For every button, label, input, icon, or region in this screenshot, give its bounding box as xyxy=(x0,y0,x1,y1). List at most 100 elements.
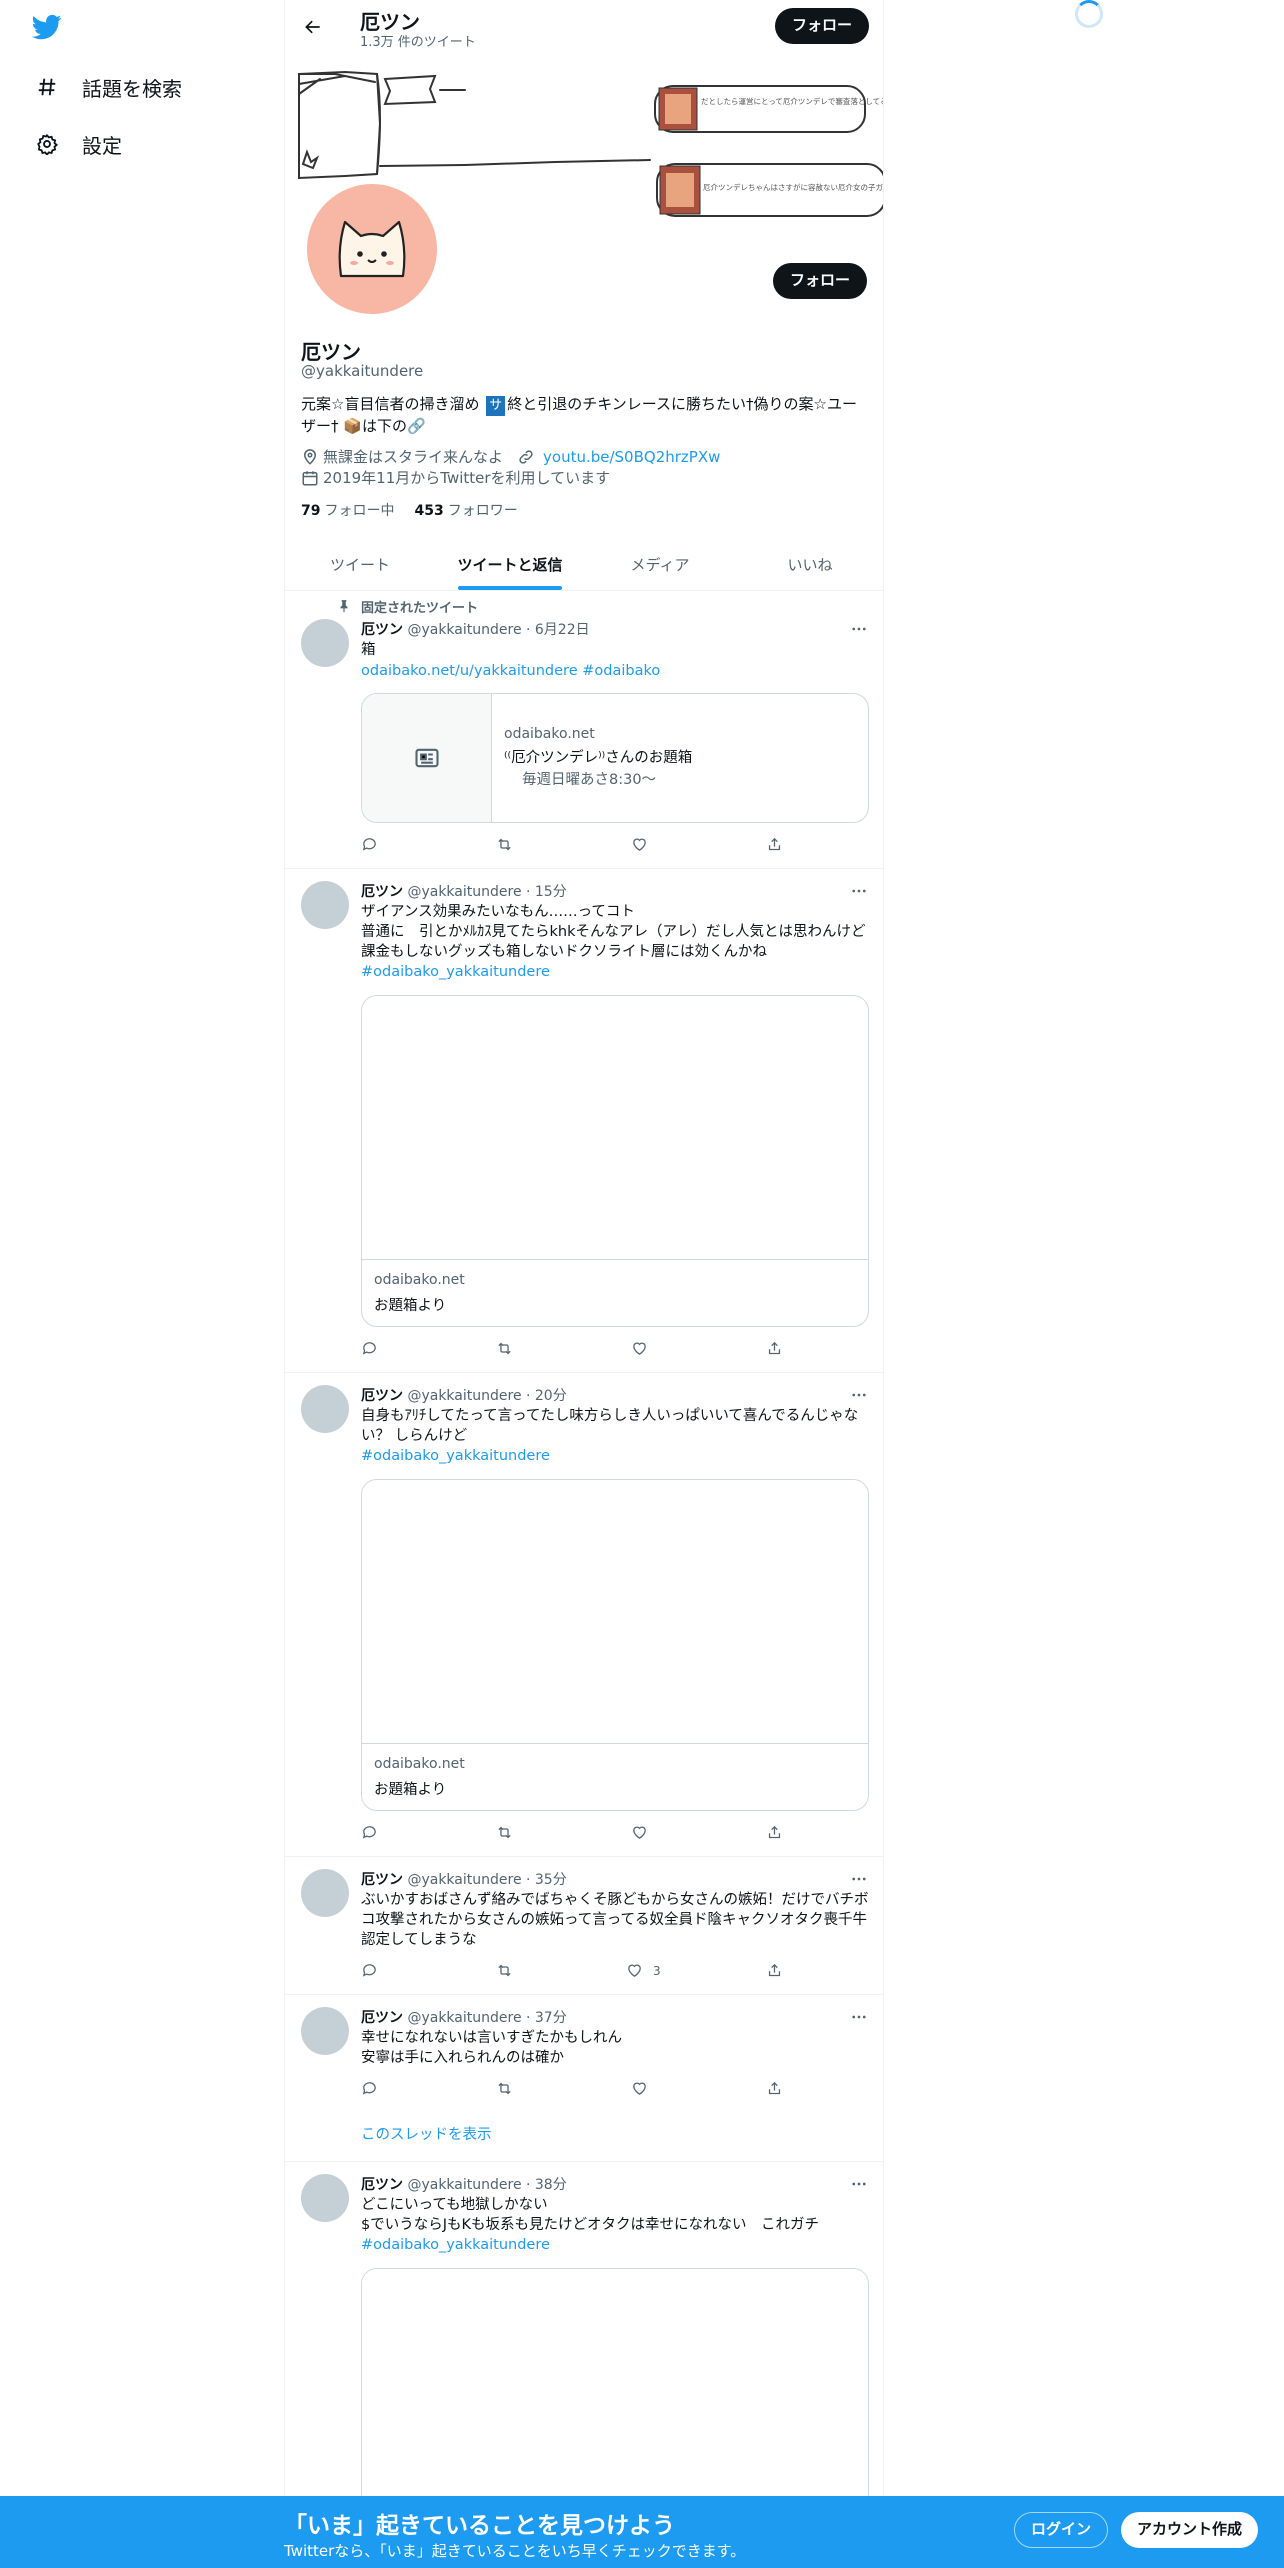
tweet-item[interactable]: 固定されたツイート 厄ツン @yakkaitundere · 6月22日 箱 o… xyxy=(285,591,883,869)
like-icon[interactable] xyxy=(631,836,648,853)
tweet-item[interactable]: 厄ツン @yakkaitundere · 37分 幸せになれないは言いすぎたかも… xyxy=(285,1995,883,2162)
profile-header: 厄ツン 1.3万 件のツイート フォロー xyxy=(285,0,883,54)
more-options-icon[interactable] xyxy=(849,2007,869,2027)
retweet-icon[interactable] xyxy=(496,1340,513,1357)
tweet-text: 箱 xyxy=(361,642,376,658)
more-options-icon[interactable] xyxy=(849,619,869,639)
header-follow-button[interactable]: フォロー xyxy=(774,8,869,44)
tweet-item[interactable]: 厄ツン @yakkaitundere · 35分 ぶいかすおばさんず絡みでばちゃ… xyxy=(285,1857,883,1995)
reply-icon[interactable] xyxy=(361,2080,378,2097)
card-title: ⁽⁽厄介ツンデレ⁾⁾さんのお題箱 xyxy=(504,750,693,766)
back-arrow-icon[interactable] xyxy=(295,9,331,45)
tab-media[interactable]: メディア xyxy=(585,538,735,590)
link-card[interactable]: odaibako.net ⁽⁽厄介ツンデレ⁾⁾さんのお題箱 毎週日曜あさ8:30… xyxy=(361,693,869,823)
banner-note-2: 厄介ツンデレちゃんはさすがに容赦ない厄介女の子ガチ仕様ですね xyxy=(703,182,884,192)
nav-item-settings[interactable]: 設定 xyxy=(34,124,122,164)
link-icon xyxy=(517,448,535,466)
link-card[interactable]: odaibako.net お題箱より xyxy=(361,1479,869,1811)
tweet-item[interactable]: 厄ツン @yakkaitundere · 15分 ザイアンス効果みたいなもん……… xyxy=(285,869,883,1373)
like-button[interactable]: 3 xyxy=(626,1962,661,1979)
nav-item-label: 設定 xyxy=(82,133,122,158)
card-title: お題箱より xyxy=(374,1298,447,1314)
show-thread-link[interactable]: このスレッドを表示 xyxy=(361,2125,869,2145)
follow-stats: 79 フォロー中 453 フォロワー xyxy=(301,500,518,520)
share-icon[interactable] xyxy=(766,836,783,853)
tab-tweets[interactable]: ツイート xyxy=(285,538,435,590)
tab-tweets-and-replies[interactable]: ツイートと返信 xyxy=(435,538,585,590)
tweet-meta[interactable]: @yakkaitundere · 37分 xyxy=(407,2010,566,2026)
retweet-icon[interactable] xyxy=(496,2080,513,2097)
create-account-button[interactable]: アカウント作成 xyxy=(1121,2512,1259,2548)
followers-link[interactable]: 453 フォロワー xyxy=(414,500,517,520)
tweet-avatar[interactable] xyxy=(301,2174,349,2222)
tweet-link[interactable]: odaibako.net/u/yakkaitundere #odaibako xyxy=(361,661,869,681)
calendar-icon xyxy=(301,469,319,487)
tweet-meta[interactable]: @yakkaitundere · 35分 xyxy=(407,1872,566,1888)
share-icon[interactable] xyxy=(766,2080,783,2097)
twitter-logo-icon[interactable] xyxy=(30,12,66,44)
tweet-meta[interactable]: @yakkaitundere · 20分 xyxy=(407,1388,566,1404)
following-count: 79 xyxy=(301,503,321,519)
retweet-icon[interactable] xyxy=(496,1824,513,1841)
tweet-actions: 3 xyxy=(361,1962,791,1982)
login-button[interactable]: ログイン xyxy=(1014,2512,1109,2548)
like-icon[interactable] xyxy=(631,1824,648,1841)
profile-column: 厄ツン 1.3万 件のツイート フォロー だとしたら運営にとって厄介ツンデレで審… xyxy=(284,0,884,2496)
tweet-hashtag[interactable]: #odaibako_yakkaitundere xyxy=(361,2235,869,2255)
tweet-meta[interactable]: @yakkaitundere · 6月22日 xyxy=(407,622,589,638)
tweet-actions xyxy=(361,2080,791,2100)
card-description: 毎週日曜あさ8:30〜 xyxy=(522,772,657,788)
retweet-icon[interactable] xyxy=(496,836,513,853)
nav-item-explore[interactable]: 話題を検索 xyxy=(34,67,182,107)
tweet-meta[interactable]: @yakkaitundere · 15分 xyxy=(407,884,566,900)
tweet-author-name[interactable]: 厄ツン xyxy=(361,1388,403,1404)
more-options-icon[interactable] xyxy=(849,1385,869,1405)
tweet-author-name[interactable]: 厄ツン xyxy=(361,2010,403,2026)
tweet-text: 幸せになれないは言いすぎたかもしれん 安寧は手に入れられんのは確か xyxy=(361,2030,622,2066)
tweet-avatar[interactable] xyxy=(301,1869,349,1917)
tweet-meta[interactable]: @yakkaitundere · 38分 xyxy=(407,2177,566,2193)
more-options-icon[interactable] xyxy=(849,881,869,901)
following-link[interactable]: 79 フォロー中 xyxy=(301,500,394,520)
profile-meta-joined: 2019年11月からTwitterを利用しています xyxy=(301,467,610,488)
tweet-author-name[interactable]: 厄ツン xyxy=(361,884,403,900)
tweet-author-name[interactable]: 厄ツン xyxy=(361,2177,403,2193)
tweet-author-name[interactable]: 厄ツン xyxy=(361,1872,403,1888)
link-card[interactable]: odaibako.net お題箱より xyxy=(361,995,869,1327)
retweet-icon[interactable] xyxy=(496,1962,513,1979)
tweet-avatar[interactable] xyxy=(301,881,349,929)
tweet-text: どこにいっても地獄しかない $でいうならJもKも坂系も見たけどオタクは幸せになれ… xyxy=(361,2197,820,2233)
tweet-hashtag[interactable]: #odaibako_yakkaitundere xyxy=(361,1446,869,1466)
profile-url-link[interactable]: youtu.be/S0BQ2hrzPXw xyxy=(543,448,720,466)
reply-icon[interactable] xyxy=(361,1962,378,1979)
more-options-icon[interactable] xyxy=(849,1869,869,1889)
card-image xyxy=(362,1480,868,1744)
link-card[interactable] xyxy=(361,2268,869,2496)
card-thumbnail xyxy=(362,694,492,822)
reply-icon[interactable] xyxy=(361,836,378,853)
profile-follow-button[interactable]: フォロー xyxy=(772,263,867,299)
tweet-avatar[interactable] xyxy=(301,1385,349,1433)
signup-banner: 「いま」起きていることを見つけよう Twitterなら、「いま」起きていることを… xyxy=(0,2496,1284,2568)
profile-joined: 2019年11月からTwitterを利用しています xyxy=(323,469,611,487)
share-icon[interactable] xyxy=(766,1340,783,1357)
card-title: お題箱より xyxy=(374,1782,447,1798)
reply-icon[interactable] xyxy=(361,1824,378,1841)
like-icon[interactable] xyxy=(631,2080,648,2097)
tweet-avatar[interactable] xyxy=(301,619,349,667)
tweet-item[interactable]: 厄ツン @yakkaitundere · 38分 どこにいっても地獄しかない $… xyxy=(285,2162,883,2496)
tab-likes[interactable]: いいね xyxy=(735,538,883,590)
loading-spinner-icon xyxy=(1075,0,1103,28)
more-options-icon[interactable] xyxy=(849,2174,869,2194)
tweet-avatar[interactable] xyxy=(301,2007,349,2055)
profile-meta-location-url: 無課金はスタライ来んなよ youtu.be/S0BQ2hrzPXw xyxy=(301,446,720,467)
tweet-header: 厄ツン @yakkaitundere · 15分 xyxy=(361,881,567,901)
like-icon[interactable] xyxy=(631,1340,648,1357)
share-icon[interactable] xyxy=(766,1962,783,1979)
tweet-author-name[interactable]: 厄ツン xyxy=(361,622,403,638)
profile-avatar[interactable] xyxy=(303,180,441,318)
tweet-item[interactable]: 厄ツン @yakkaitundere · 20分 自身もｱﾘﾁしてたって言ってた… xyxy=(285,1373,883,1857)
tweet-hashtag[interactable]: #odaibako_yakkaitundere xyxy=(361,962,869,982)
reply-icon[interactable] xyxy=(361,1340,378,1357)
share-icon[interactable] xyxy=(766,1824,783,1841)
